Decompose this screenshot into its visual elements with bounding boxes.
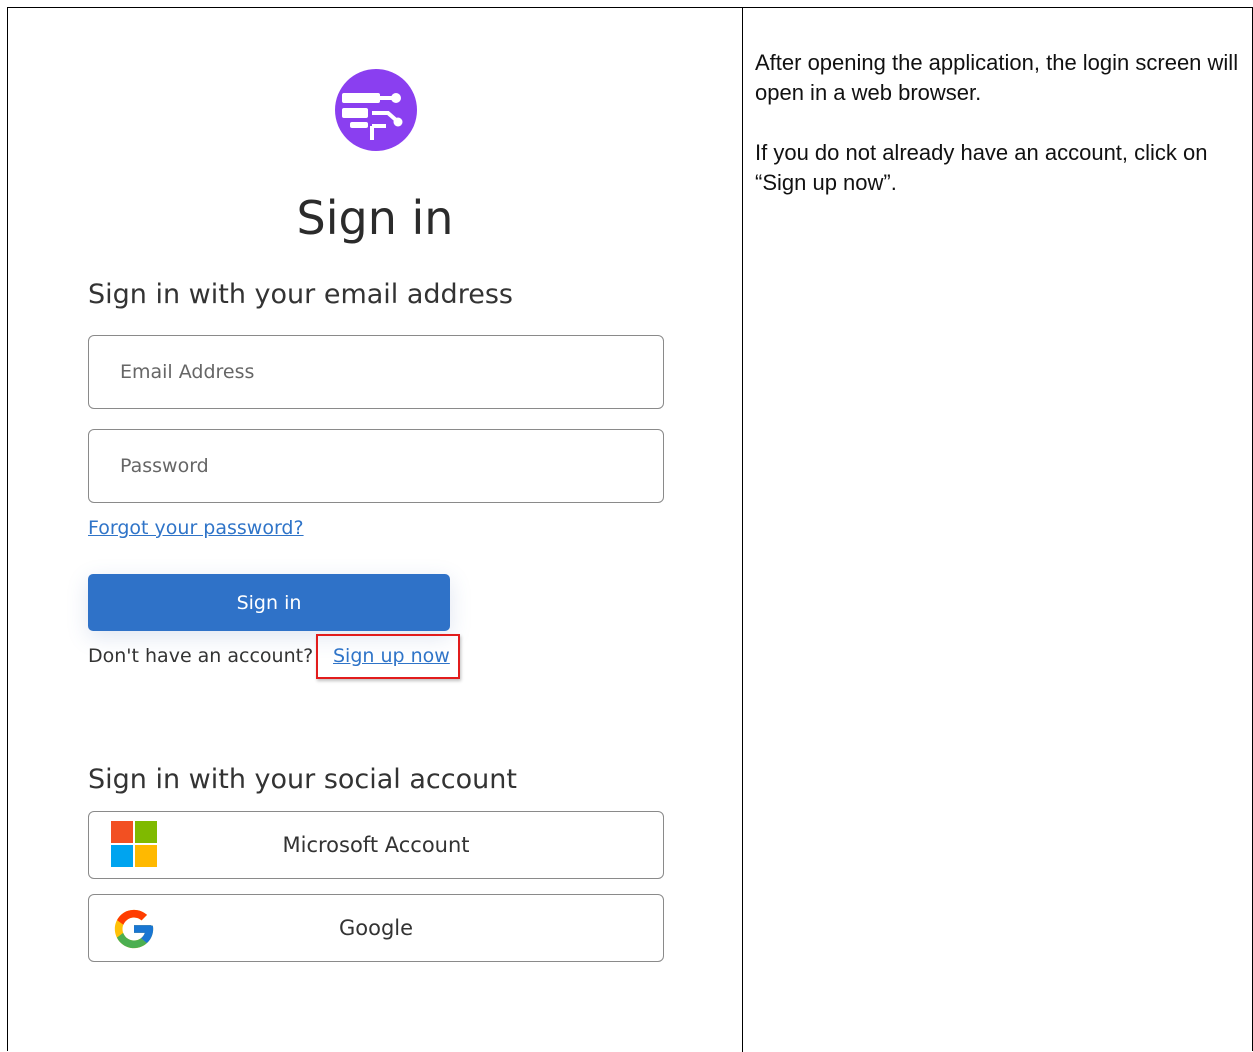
microsoft-account-button[interactable]: Microsoft Account	[88, 811, 664, 879]
app-logo-icon	[335, 69, 417, 151]
document-table: Sign in Sign in with your email address …	[7, 7, 1253, 1052]
instructions-cell: After opening the application, the login…	[755, 48, 1240, 228]
password-input[interactable]	[89, 430, 663, 502]
column-divider	[742, 8, 743, 1052]
instruction-paragraph: After opening the application, the login…	[755, 50, 1239, 105]
page-title: Sign in	[296, 191, 454, 245]
password-field-container	[88, 429, 664, 503]
forgot-password-link[interactable]: Forgot your password?	[88, 517, 304, 539]
email-section-heading: Sign in with your email address	[88, 279, 513, 310]
microsoft-account-label: Microsoft Account	[282, 833, 470, 857]
no-account-text: Don't have an account?	[88, 645, 314, 667]
sign-in-button[interactable]: Sign in	[88, 574, 450, 631]
google-label: Google	[338, 916, 414, 940]
google-button[interactable]: Google	[88, 894, 664, 962]
sign-up-link[interactable]: Sign up now	[333, 644, 450, 668]
email-input[interactable]	[89, 336, 663, 408]
email-field-container	[88, 335, 664, 409]
instruction-paragraph: If you do not already have an account, c…	[755, 140, 1208, 195]
login-screenshot-cell: Sign in Sign in with your email address …	[8, 8, 742, 1052]
social-section-heading: Sign in with your social account	[88, 764, 517, 795]
